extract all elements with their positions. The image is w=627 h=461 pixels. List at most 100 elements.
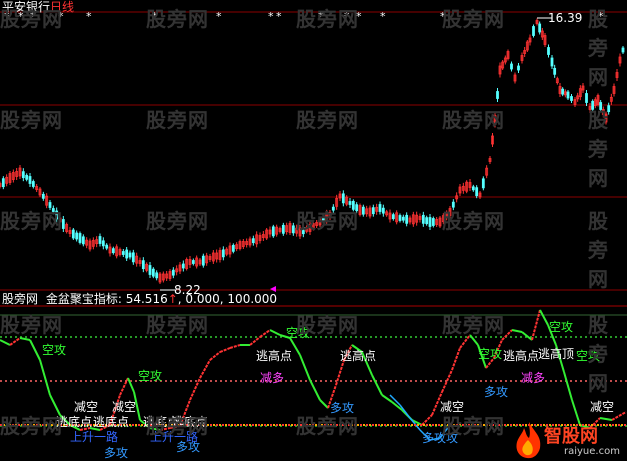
candle-body — [78, 233, 82, 243]
candle-body — [101, 240, 105, 247]
indicator-value-2: 0.000 — [185, 292, 220, 306]
signal-dot — [138, 424, 140, 426]
candle-body — [141, 260, 145, 270]
candle-body — [510, 63, 513, 70]
signal-dot — [435, 424, 437, 426]
star-marker: * — [380, 10, 386, 23]
signal-dot — [423, 424, 425, 426]
signal-dot — [237, 424, 239, 426]
signal-dot — [273, 424, 275, 426]
oscillator-segment — [0, 339, 11, 346]
signal-dot — [372, 424, 374, 426]
signal-dot — [420, 424, 422, 426]
watermark: 股旁网 — [442, 414, 505, 438]
candle-body — [471, 186, 475, 191]
indicator-value-3: 100.000 — [227, 292, 278, 306]
candle-body — [125, 249, 129, 259]
signal-dot — [438, 424, 440, 426]
signal-reduce-empty: 减空 — [112, 400, 137, 414]
star-marker: * — [216, 10, 222, 23]
watermark: 股旁网 — [146, 108, 209, 132]
signal-dot — [366, 424, 368, 426]
candle-body — [538, 23, 542, 33]
signal-dot — [402, 424, 404, 426]
signal-reduce-empty: 减空 — [590, 400, 615, 414]
indicator-value: 54.516 — [125, 292, 168, 306]
signal-dot — [231, 424, 233, 426]
signal-dot — [225, 424, 227, 426]
star-marker: * — [86, 10, 92, 23]
oscillator-segment — [39, 359, 51, 396]
flame-icon — [516, 422, 541, 459]
signal-dot — [240, 424, 242, 426]
signal-dot — [285, 424, 287, 426]
signal-dot — [291, 424, 293, 426]
candle-body — [231, 244, 235, 252]
signal-reduce-long: 减多 — [260, 371, 285, 385]
candle-body — [131, 252, 135, 263]
oscillator-segment — [29, 339, 41, 361]
candle-body — [21, 171, 25, 179]
watermark: 股旁网 — [0, 414, 63, 438]
watermark: 股旁网 — [442, 209, 505, 233]
watermark: 股旁网 — [296, 7, 359, 31]
signal-dot — [387, 424, 389, 426]
candle-body — [496, 91, 499, 99]
oscillator-segment — [309, 379, 321, 401]
oscillator-segment — [451, 347, 461, 371]
signal-dot — [255, 424, 257, 426]
candle-body — [431, 218, 435, 226]
signal-dot — [276, 424, 278, 426]
candle-body — [428, 217, 432, 227]
candle-body — [425, 217, 429, 225]
signal-dot — [384, 424, 386, 426]
signal-dot — [360, 424, 362, 426]
signal-dot — [267, 424, 269, 426]
indicator-header: 股旁网 金盆聚宝指标: 54.516↑, 0.000, 100.000 — [2, 292, 278, 306]
candle-body — [31, 181, 35, 187]
watermark: 股旁网 — [296, 414, 359, 438]
candle-body — [585, 93, 588, 103]
signal-dot — [132, 424, 134, 426]
watermark: 股旁网 — [588, 209, 609, 291]
candle-body — [128, 252, 132, 258]
logo-url: raiyue.com — [564, 446, 620, 457]
oscillator-segment — [511, 329, 523, 333]
signal-dot — [219, 424, 221, 426]
oscillator-segment — [521, 331, 533, 341]
signal-dot — [414, 424, 416, 426]
candle-body — [75, 232, 79, 240]
candle-body — [517, 65, 520, 71]
signal-attack-empty: 空攻 — [42, 343, 67, 357]
candle-body — [98, 236, 102, 244]
watermark: 股旁网 — [0, 108, 63, 132]
candle-body — [570, 96, 573, 101]
oscillator-segment — [127, 377, 135, 393]
candle-body — [221, 249, 225, 258]
candle-body — [550, 57, 554, 67]
oscillator-segment — [229, 344, 241, 349]
signal-dot — [507, 424, 509, 426]
candle-body — [105, 244, 109, 249]
signal-dot — [252, 424, 254, 426]
signal-dot — [210, 424, 212, 426]
candle-body — [341, 193, 345, 204]
signal-dot — [279, 424, 281, 426]
watermark: 股旁网 — [0, 7, 63, 31]
logo-text: 智股网 — [544, 426, 598, 447]
candlestick-series — [0, 17, 625, 291]
signal-dot — [228, 424, 230, 426]
watermark: 股旁网 — [296, 108, 359, 132]
watermark: 股旁网 — [146, 313, 209, 337]
candle-body — [532, 26, 535, 36]
candle-body — [553, 67, 557, 75]
candle-body — [191, 260, 195, 264]
candle-body — [71, 229, 75, 239]
candle-body — [405, 214, 409, 224]
signal-dot — [282, 424, 284, 426]
signal-long-attack: 多攻 — [104, 446, 129, 460]
signal-reduce-long: 减多 — [521, 371, 546, 385]
signal-dot — [408, 424, 410, 426]
signal-dot — [393, 424, 395, 426]
signal-dot — [432, 424, 434, 426]
